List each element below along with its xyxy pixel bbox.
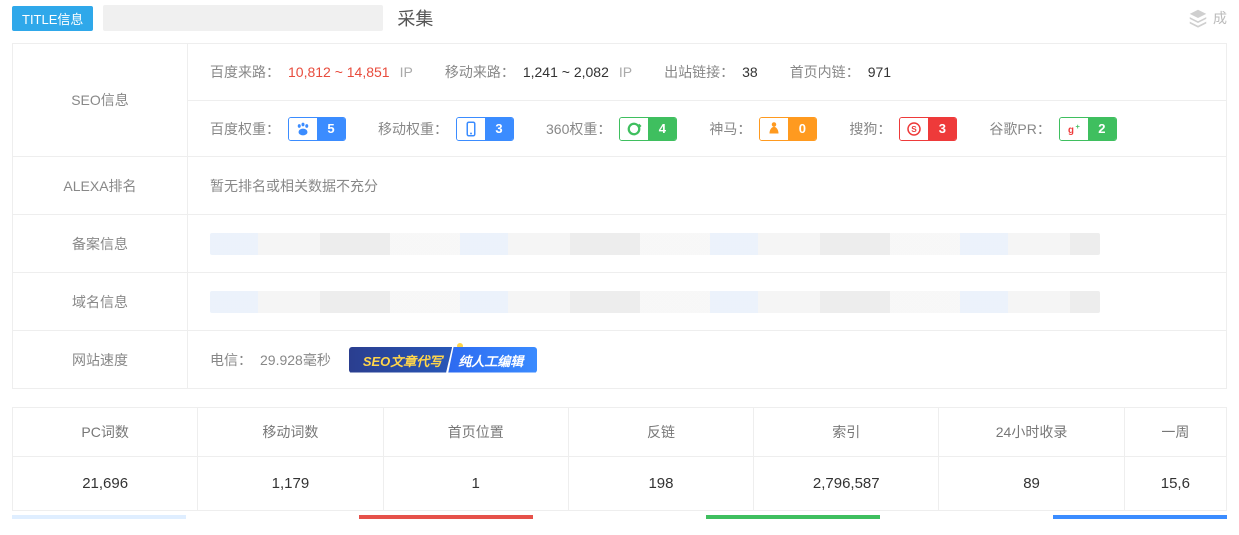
row-speed-content: 电信 29.928毫秒 SEO文章代写 纯人工编辑 [188, 331, 1226, 388]
shenma-icon [760, 118, 788, 140]
svg-text:g: g [1068, 124, 1074, 135]
speed-isp-label: 电信 [210, 350, 252, 370]
row-speed-label: 网站速度 [13, 331, 188, 388]
w360-badge[interactable]: 4 [619, 117, 677, 141]
stat-value: 1 [384, 457, 568, 510]
row-alexa: ALEXA排名 暂无排名或相关数据不充分 [13, 157, 1226, 215]
row-seo-content: 百度来路 10,812 ~ 14,851 IP 移动来路 1,241 ~ 2,0… [188, 44, 1226, 156]
row-alexa-label: ALEXA排名 [13, 157, 188, 214]
promo-right: 纯人工编辑 [448, 347, 537, 373]
row-domain: 域名信息 [13, 273, 1226, 331]
bottom-accent-bars [12, 515, 1227, 519]
row-seo-label: SEO信息 [13, 44, 188, 156]
domain-blur [210, 291, 1100, 313]
stat-col[interactable]: 移动词数 1,179 [197, 407, 382, 511]
layers-icon [1187, 7, 1209, 29]
stat-value: 2,796,587 [754, 457, 938, 510]
baidu-paw-icon [289, 118, 317, 140]
stat-head: 首页位置 [384, 408, 568, 457]
title-badge: TITLE信息 [12, 6, 93, 31]
sogou-icon: S [900, 118, 928, 140]
stat-col[interactable]: PC词数 21,696 [12, 407, 197, 511]
w360: 360权重 4 [546, 117, 677, 141]
row-seo: SEO信息 百度来路 10,812 ~ 14,851 IP 移动来路 1,241… [13, 44, 1226, 157]
shenma-badge[interactable]: 0 [759, 117, 817, 141]
row-beian-content [188, 215, 1226, 272]
stat-value: 15,6 [1125, 457, 1226, 510]
stat-head: 反链 [569, 408, 753, 457]
row-domain-content [188, 273, 1226, 330]
mobile-weight: 移动权重 3 [378, 117, 514, 141]
stat-col[interactable]: 24小时收录 89 [938, 407, 1123, 511]
stat-head: 一周 [1125, 408, 1226, 457]
stat-head: 移动词数 [198, 408, 382, 457]
promo-banner[interactable]: SEO文章代写 纯人工编辑 [349, 347, 537, 373]
row-speed: 网站速度 电信 29.928毫秒 SEO文章代写 纯人工编辑 [13, 331, 1226, 389]
baidu-weight: 百度权重 5 [210, 117, 346, 141]
beian-blur [210, 233, 1100, 255]
row-domain-label: 域名信息 [13, 273, 188, 330]
stat-col[interactable]: 首页位置 1 [383, 407, 568, 511]
title-row: TITLE信息 采集 成 [0, 0, 1239, 43]
row-beian-label: 备案信息 [13, 215, 188, 272]
stat-value: 89 [939, 457, 1123, 510]
w360-icon [620, 118, 648, 140]
seo-weight-row: 百度权重 5 移动权重 3 [188, 100, 1226, 156]
mobile-referral: 移动来路 1,241 ~ 2,082 IP [445, 62, 632, 82]
google-pr-badge[interactable]: g+ 2 [1059, 117, 1117, 141]
shenma-weight: 神马 0 [709, 117, 817, 141]
google-pr: 谷歌PR g+ 2 [989, 117, 1116, 141]
promo-left: SEO文章代写 [349, 347, 452, 373]
baidu-referral: 百度来路 10,812 ~ 14,851 IP [210, 62, 413, 82]
stat-value: 21,696 [13, 457, 197, 510]
title-blur [103, 5, 383, 31]
mobile-weight-badge[interactable]: 3 [456, 117, 514, 141]
row-alexa-content: 暂无排名或相关数据不充分 [188, 157, 1226, 214]
stat-head: 24小时收录 [939, 408, 1123, 457]
stat-col[interactable]: 索引 2,796,587 [753, 407, 938, 511]
stat-head: PC词数 [13, 408, 197, 457]
outlinks: 出站链接 38 [664, 62, 758, 82]
baidu-mobile-icon [457, 118, 485, 140]
page-title-suffix: 采集 [393, 5, 433, 31]
stat-head: 索引 [754, 408, 938, 457]
stat-value: 1,179 [198, 457, 382, 510]
alexa-value: 暂无排名或相关数据不充分 [210, 176, 378, 196]
sogou-badge[interactable]: S 3 [899, 117, 957, 141]
internal-links: 首页内链 971 [790, 62, 891, 82]
seo-traffic-row: 百度来路 10,812 ~ 14,851 IP 移动来路 1,241 ~ 2,0… [188, 44, 1226, 100]
top-right-action[interactable]: 成 [1187, 7, 1227, 29]
stat-col[interactable]: 反链 198 [568, 407, 753, 511]
svg-text:S: S [912, 125, 918, 134]
stat-col[interactable]: 一周 15,6 [1124, 407, 1227, 511]
info-table: SEO信息 百度来路 10,812 ~ 14,851 IP 移动来路 1,241… [12, 43, 1227, 389]
google-plus-icon: g+ [1060, 118, 1088, 140]
top-right-label: 成 [1213, 8, 1227, 28]
speed-isp-value: 29.928毫秒 [260, 350, 331, 370]
row-beian: 备案信息 [13, 215, 1226, 273]
stat-value: 198 [569, 457, 753, 510]
sogou-weight: 搜狗 S 3 [849, 117, 957, 141]
stats-table: PC词数 21,696 移动词数 1,179 首页位置 1 反链 198 索引 … [12, 407, 1227, 511]
baidu-weight-badge[interactable]: 5 [288, 117, 346, 141]
svg-text:+: + [1075, 122, 1080, 131]
